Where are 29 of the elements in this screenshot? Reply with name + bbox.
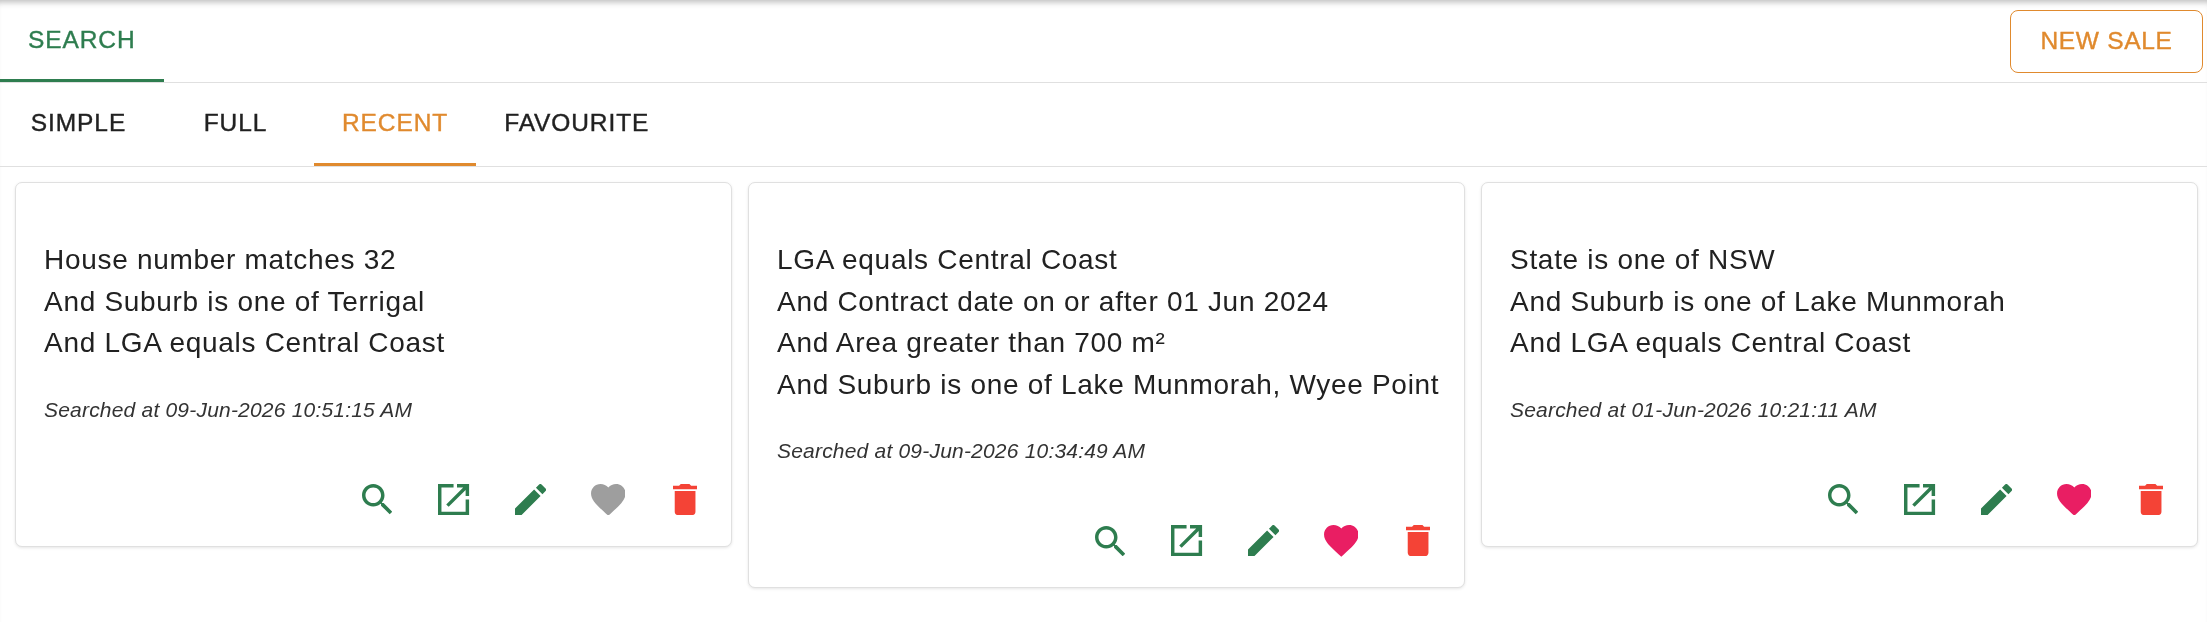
search-criterion: And LGA equals Central Coast — [44, 326, 446, 360]
search-timestamp: Searched at 09-Jun-2026 10:34:49 AM — [777, 438, 1147, 464]
tab[interactable]: FULL — [157, 83, 314, 166]
tab[interactable]: SEARCH — [0, 0, 164, 82]
tab[interactable]: SIMPLE — [0, 83, 157, 166]
pencil-icon — [1981, 483, 2013, 516]
trash-icon — [2138, 483, 2164, 516]
pencil-icon — [1248, 525, 1280, 557]
search-timestamp: Searched at 09-Jun-2026 10:51:15 AM — [44, 396, 414, 423]
search-criterion: House number matches 32 — [44, 243, 398, 277]
search-icon — [1094, 525, 1126, 557]
trash-icon — [1405, 525, 1431, 557]
search-criterion: And Suburb is one of Lake Munmorah, Wyee Point — [777, 367, 1441, 402]
tab[interactable]: FAVOURITE — [476, 83, 678, 166]
search-timestamp: Searched at 01-Jun-2026 10:21:11 AM — [1510, 396, 1878, 423]
search-criterion: And Suburb is one of Terrigal — [44, 284, 426, 319]
search-criterion: And Area greater than 700 m² — [777, 326, 1167, 360]
search-criterion: And Contract date on or after 01 Jun 2024 — [777, 284, 1330, 319]
external-link-icon — [1171, 525, 1203, 557]
search-icon — [1827, 484, 1859, 515]
external-link-icon — [438, 483, 470, 516]
search-criterion: LGA equals Central Coast — [777, 243, 1119, 277]
search-criterion: State is one of NSW — [1510, 243, 1777, 277]
trash-icon — [672, 483, 698, 516]
external-link-icon — [1904, 483, 1936, 516]
pencil-icon — [515, 483, 547, 516]
search-icon — [361, 484, 393, 515]
search-criterion: And LGA equals Central Coast — [1510, 326, 1912, 360]
search-criterion: And Suburb is one of Lake Munmorah — [1510, 284, 2007, 319]
